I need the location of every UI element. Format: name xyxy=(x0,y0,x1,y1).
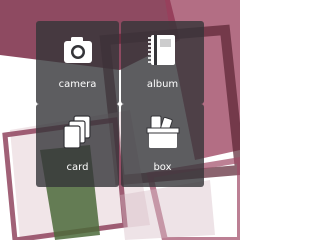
box-tile[interactable]: box xyxy=(121,104,204,187)
card-stack-icon xyxy=(63,115,91,149)
camera-label: camera xyxy=(58,79,97,90)
card-tile[interactable]: card xyxy=(36,104,119,187)
album-tile[interactable]: album xyxy=(121,21,204,104)
album-icon xyxy=(148,35,175,65)
box-label: box xyxy=(153,162,172,173)
camera-tile[interactable]: camera xyxy=(36,21,119,104)
card-label: card xyxy=(66,162,89,173)
album-label: album xyxy=(146,79,179,90)
camera-icon xyxy=(64,37,92,63)
box-icon xyxy=(146,115,180,148)
